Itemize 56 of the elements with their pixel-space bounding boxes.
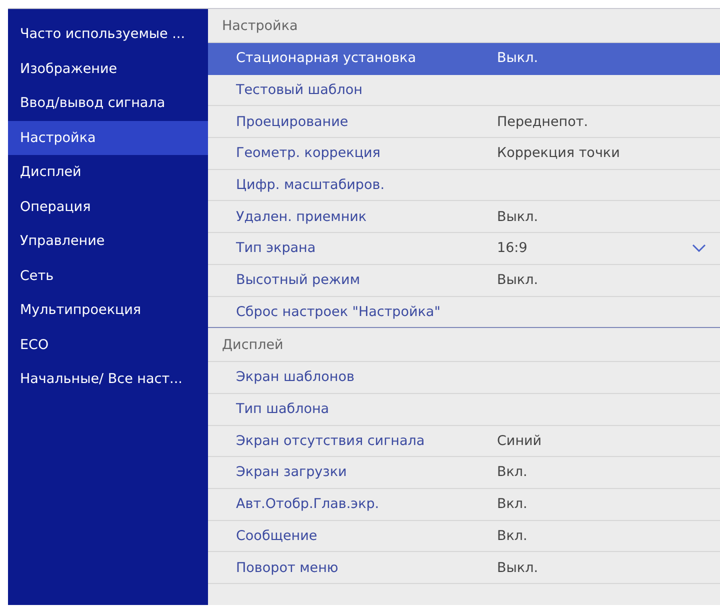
setting-label: Стационарная установка (236, 49, 417, 68)
menu-row[interactable]: Экран загрузки Вкл. (208, 457, 720, 489)
setting-value: Коррекция точки (497, 144, 620, 164)
setting-label: Удален. приемник (236, 208, 368, 227)
setting-value: Выкл. (497, 208, 538, 227)
sidebar-item[interactable]: ECO (8, 328, 208, 362)
setting-label: Тип экрана (236, 239, 317, 258)
setting-label: Экран шаблонов (236, 368, 356, 388)
sidebar-item[interactable]: Изображение (8, 52, 208, 86)
setting-value: Переднепот. (497, 112, 588, 132)
menu-row[interactable]: Тип шаблона (208, 394, 720, 426)
setting-value: Синий (497, 432, 542, 451)
menu-row[interactable]: Тип экрана 16:9 (208, 233, 720, 265)
setting-label: Авт.Отобр.Глав.экр. (236, 495, 380, 514)
setting-label: Тестовый шаблон (236, 80, 364, 100)
setting-label: Тип шаблона (236, 400, 330, 420)
sidebar-item[interactable]: Начальные/ Все наст... (8, 362, 208, 396)
sidebar-item[interactable]: Дисплей (8, 155, 208, 190)
menu-row[interactable]: Проецирование Переднепот. (208, 106, 720, 138)
menu-row[interactable]: Удален. приемник Выкл. (208, 201, 720, 234)
menu-row[interactable]: Авт.Отобр.Глав.экр. Вкл. (208, 488, 720, 521)
sidebar-item[interactable]: Управление (8, 224, 208, 258)
sidebar-item[interactable]: Операция (8, 190, 208, 224)
menu-row[interactable]: Высотный режим Выкл. (208, 264, 720, 296)
setting-value: Вкл. (497, 495, 528, 514)
menu-row[interactable]: Тестовый шаблон (208, 74, 720, 106)
section-title: Дисплей (208, 328, 720, 362)
sidebar-item[interactable]: Часто используемые ... (8, 17, 208, 52)
menu-row[interactable]: Экран отсутствия сигнала Синий (208, 426, 720, 458)
menu-row[interactable]: Геометр. коррекция Коррекция точки (208, 138, 720, 170)
sidebar-item[interactable]: Настройка (8, 120, 208, 155)
sidebar-item[interactable]: Ввод/вывод сигнала (8, 86, 208, 120)
menu-row[interactable]: Стационарная установка Выкл. (208, 43, 720, 75)
setting-value: Вкл. (497, 526, 528, 546)
setting-label: Экран загрузки (236, 463, 348, 482)
menu-row[interactable]: Цифр. масштабиров. (208, 170, 720, 202)
chevron-down-icon[interactable] (692, 244, 706, 252)
menu-row[interactable]: Сообщение Вкл. (208, 520, 720, 552)
setting-value: 16:9 (497, 239, 528, 258)
setting-value: Выкл. (497, 49, 538, 68)
setting-value: Вкл. (497, 463, 528, 482)
menu-row[interactable]: Экран шаблонов (208, 362, 720, 394)
sidebar-item[interactable]: Мультипроекция (8, 293, 208, 328)
menu-row[interactable]: Сброс настроек "Настройка" (208, 296, 720, 328)
setting-value: Выкл. (497, 558, 538, 578)
setting-label: Цифр. масштабиров. (236, 176, 386, 195)
setting-label: Поворот меню (236, 558, 340, 578)
setting-label: Экран отсутствия сигнала (236, 432, 426, 451)
setting-value: Выкл. (497, 271, 538, 290)
setting-label: Высотный режим (236, 271, 362, 290)
setting-label: Сообщение (236, 526, 318, 546)
setting-label: Проецирование (236, 112, 350, 132)
menu-row[interactable]: Поворот меню Выкл. (208, 552, 720, 584)
setting-label: Геометр. коррекция (236, 144, 382, 164)
setting-label: Сброс настроек "Настройка" (236, 302, 442, 322)
sidebar-item[interactable]: Сеть (8, 258, 208, 293)
